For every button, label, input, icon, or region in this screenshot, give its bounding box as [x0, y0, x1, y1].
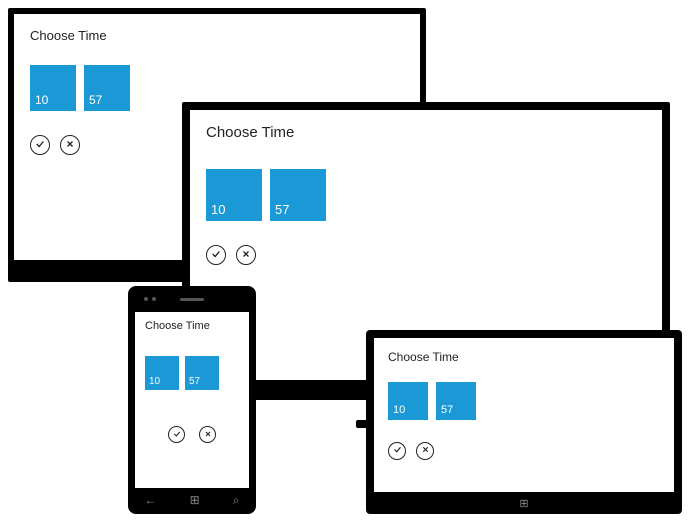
- cancel-button[interactable]: [60, 135, 80, 155]
- hour-tile[interactable]: 10: [206, 169, 262, 221]
- minute-tile[interactable]: 57: [436, 382, 476, 420]
- phone-sensor: [144, 297, 148, 301]
- picker-title: Choose Time: [30, 28, 404, 43]
- x-icon: [241, 249, 251, 262]
- accept-button[interactable]: [388, 442, 406, 460]
- windows-icon[interactable]: ⊞: [190, 493, 200, 508]
- accept-button[interactable]: [30, 135, 50, 155]
- minute-tile[interactable]: 57: [185, 356, 219, 390]
- x-icon: [65, 139, 75, 152]
- screen: Choose Time 10 57: [135, 312, 249, 488]
- phone-earpiece: [180, 298, 204, 301]
- time-picker: Choose Time 10 57: [374, 338, 674, 472]
- time-tiles: 10 57: [388, 382, 660, 420]
- phone-sensor: [152, 297, 156, 301]
- hour-tile[interactable]: 10: [30, 65, 76, 111]
- cancel-button[interactable]: [236, 245, 256, 265]
- time-tiles: 10 57: [206, 169, 646, 221]
- cancel-button[interactable]: [199, 426, 216, 443]
- screen: Choose Time 10 57: [374, 338, 674, 492]
- phone-device: Choose Time 10 57 ← ⊞ ⌕: [128, 286, 256, 514]
- x-icon: [421, 445, 430, 457]
- tablet-device: Choose Time 10 57 ⊞: [366, 330, 682, 514]
- search-icon[interactable]: ⌕: [233, 493, 240, 508]
- cancel-button[interactable]: [416, 442, 434, 460]
- x-icon: [204, 430, 212, 440]
- check-icon: [35, 139, 45, 152]
- accept-button[interactable]: [206, 245, 226, 265]
- action-buttons: [388, 442, 660, 460]
- back-icon[interactable]: ←: [145, 493, 157, 508]
- time-tiles: 10 57: [145, 356, 239, 390]
- action-buttons: [145, 426, 239, 443]
- time-picker: Choose Time 10 57: [190, 110, 662, 279]
- hour-tile[interactable]: 10: [145, 356, 179, 390]
- accept-button[interactable]: [168, 426, 185, 443]
- phone-nav-buttons: ← ⊞ ⌕: [128, 493, 256, 508]
- minute-tile[interactable]: 57: [270, 169, 326, 221]
- action-buttons: [206, 245, 646, 265]
- picker-title: Choose Time: [206, 124, 646, 141]
- picker-title: Choose Time: [145, 320, 239, 332]
- minute-tile[interactable]: 57: [84, 65, 130, 111]
- check-icon: [393, 445, 402, 457]
- hour-tile[interactable]: 10: [388, 382, 428, 420]
- windows-icon[interactable]: ⊞: [519, 497, 528, 510]
- check-icon: [173, 430, 181, 440]
- picker-title: Choose Time: [388, 350, 660, 364]
- time-picker: Choose Time 10 57: [135, 312, 249, 451]
- check-icon: [211, 249, 221, 262]
